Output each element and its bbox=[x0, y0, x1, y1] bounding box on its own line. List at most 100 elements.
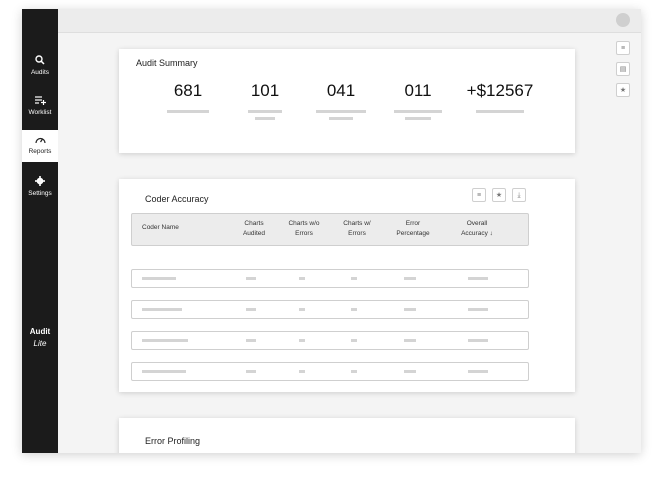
column-header[interactable]: Charts Audited bbox=[232, 219, 276, 239]
cell-placeholder bbox=[246, 277, 256, 280]
cell-placeholder bbox=[299, 370, 305, 373]
search-icon bbox=[22, 55, 58, 69]
table-row[interactable] bbox=[131, 331, 529, 350]
sidebar-item-label: Worklist bbox=[28, 109, 52, 116]
coder-accuracy-card: Coder Accuracy ≡ ★ ⤓ Coder Name Charts A… bbox=[119, 179, 575, 392]
top-bar bbox=[58, 9, 641, 33]
header-label: Audited bbox=[242, 230, 266, 237]
header-label: Overall bbox=[466, 220, 488, 227]
cell-placeholder bbox=[246, 339, 256, 342]
label-placeholder bbox=[329, 117, 353, 120]
table-row[interactable] bbox=[131, 362, 529, 381]
avatar[interactable] bbox=[616, 13, 630, 27]
cell-placeholder bbox=[404, 370, 416, 373]
header-label: Coder Name bbox=[142, 224, 179, 231]
sidebar-item-label: Audits bbox=[30, 69, 50, 76]
cell-placeholder bbox=[246, 370, 256, 373]
header-label: Charts w/o bbox=[288, 220, 320, 227]
column-header[interactable]: Coder Name bbox=[142, 223, 179, 233]
cell-placeholder bbox=[142, 277, 176, 280]
stat-block: 041 bbox=[315, 81, 367, 120]
cell-placeholder bbox=[468, 370, 488, 373]
sidebar-item-label: Reports bbox=[28, 148, 52, 155]
playlist-add-icon bbox=[22, 95, 58, 109]
cell-placeholder bbox=[351, 277, 357, 280]
label-placeholder bbox=[394, 110, 442, 113]
favorite-button[interactable]: ★ bbox=[616, 83, 630, 97]
column-header[interactable]: Error Percentage bbox=[386, 219, 440, 239]
stat-value: 681 bbox=[173, 81, 203, 100]
cell-placeholder bbox=[404, 277, 416, 280]
star-icon: ★ bbox=[495, 192, 503, 199]
sidebar-item-reports[interactable]: Reports bbox=[22, 130, 58, 162]
page-actions: ≡ ▤ ★ bbox=[616, 41, 630, 104]
filter-button[interactable]: ≡ bbox=[472, 188, 486, 202]
cell-placeholder bbox=[246, 308, 256, 311]
card-title: Audit Summary bbox=[136, 58, 198, 68]
favorite-button[interactable]: ★ bbox=[492, 188, 506, 202]
header-label: Charts w/ bbox=[343, 220, 371, 227]
app-window: Audits Worklist Reports Settings Audit L… bbox=[22, 9, 641, 453]
column-header-sortable[interactable]: Overall Accuracy ↓ bbox=[450, 219, 504, 239]
sidebar-item-audits[interactable]: Audits bbox=[22, 53, 58, 85]
cell-placeholder bbox=[142, 339, 188, 342]
brand-subtitle: Lite bbox=[33, 339, 47, 348]
cell-placeholder bbox=[468, 277, 488, 280]
label-placeholder bbox=[405, 117, 431, 120]
card-title: Coder Accuracy bbox=[145, 194, 209, 204]
cell-placeholder bbox=[351, 370, 357, 373]
cell-placeholder bbox=[468, 339, 488, 342]
print-icon: ▤ bbox=[619, 66, 627, 73]
table-row[interactable] bbox=[131, 269, 529, 288]
sidebar-item-worklist[interactable]: Worklist bbox=[22, 93, 58, 125]
download-icon: ⤓ bbox=[517, 192, 521, 199]
label-placeholder bbox=[255, 117, 275, 120]
cell-placeholder bbox=[404, 339, 416, 342]
stat-block: 681 bbox=[166, 81, 210, 113]
sidebar-item-label: Settings bbox=[28, 190, 52, 197]
table-header: Coder Name Charts Audited Charts w/o Err… bbox=[131, 213, 529, 246]
header-label: Percentage bbox=[396, 230, 430, 237]
gear-icon bbox=[22, 176, 58, 190]
column-header[interactable]: Charts w/o Errors bbox=[282, 219, 326, 239]
filter-button[interactable]: ≡ bbox=[616, 41, 630, 55]
stat-value: +$12567 bbox=[466, 81, 534, 100]
label-placeholder bbox=[476, 110, 524, 113]
stat-value: 041 bbox=[326, 81, 356, 100]
card-title: Error Profiling bbox=[145, 436, 201, 446]
stat-value: 011 bbox=[404, 81, 432, 100]
audit-summary-card: Audit Summary 681 101 041 011 +$12567 bbox=[119, 49, 575, 153]
header-label: Error bbox=[405, 220, 421, 227]
cell-placeholder bbox=[404, 308, 416, 311]
cell-placeholder bbox=[299, 308, 305, 311]
table-row[interactable] bbox=[131, 300, 529, 319]
header-label: Charts bbox=[244, 220, 264, 227]
header-label: Errors bbox=[348, 230, 366, 237]
cell-placeholder bbox=[351, 308, 357, 311]
label-placeholder bbox=[167, 110, 209, 113]
cell-placeholder bbox=[142, 308, 182, 311]
print-button[interactable]: ▤ bbox=[616, 62, 630, 76]
cell-placeholder bbox=[468, 308, 488, 311]
sidebar: Audits Worklist Reports Settings Audit L… bbox=[22, 9, 58, 453]
label-placeholder bbox=[316, 110, 366, 113]
stat-block: 101 bbox=[245, 81, 285, 120]
stat-value: 101 bbox=[250, 81, 280, 100]
header-label: Errors bbox=[295, 230, 313, 237]
label-placeholder bbox=[248, 110, 282, 113]
sidebar-item-settings[interactable]: Settings bbox=[22, 174, 58, 206]
download-button[interactable]: ⤓ bbox=[512, 188, 526, 202]
filter-icon: ≡ bbox=[620, 45, 626, 52]
star-icon: ★ bbox=[619, 87, 627, 94]
brand-title: Audit bbox=[29, 327, 51, 336]
app-logo: Audit Lite bbox=[22, 327, 58, 348]
cell-placeholder bbox=[299, 277, 305, 280]
header-label: Accuracy ↓ bbox=[461, 230, 493, 237]
cell-placeholder bbox=[299, 339, 305, 342]
column-header[interactable]: Charts w/ Errors bbox=[335, 219, 379, 239]
stat-block: +$12567 bbox=[459, 81, 541, 113]
cell-placeholder bbox=[351, 339, 357, 342]
filter-icon: ≡ bbox=[476, 192, 482, 199]
stat-block: 011 bbox=[393, 81, 443, 120]
error-profiling-card: Error Profiling bbox=[119, 418, 575, 453]
